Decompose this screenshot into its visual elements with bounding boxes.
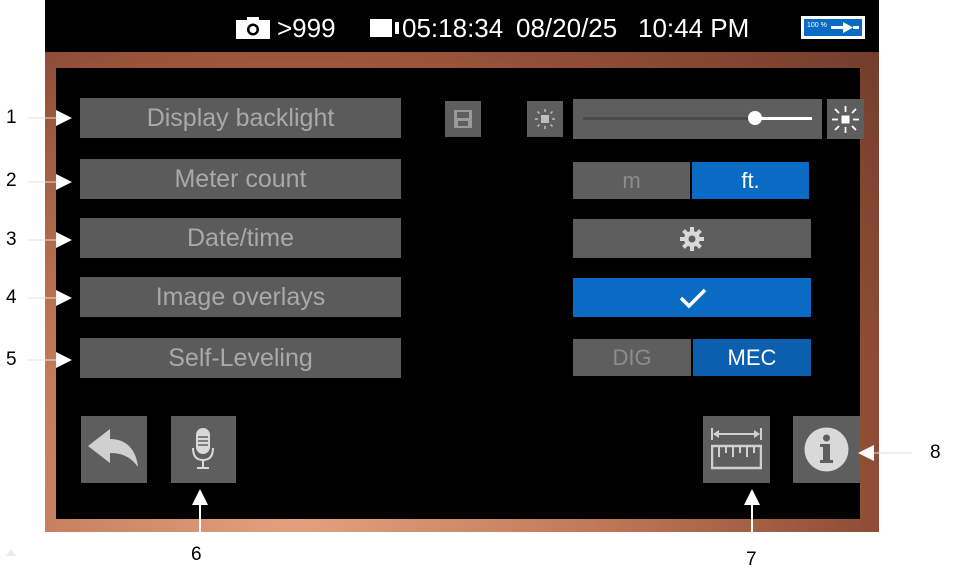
callout-arrows	[6, 110, 912, 556]
